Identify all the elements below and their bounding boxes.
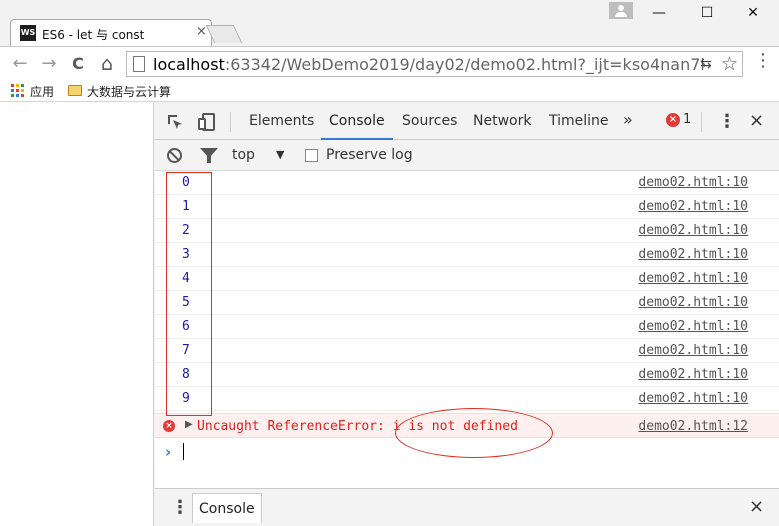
error-source-link[interactable]: demo02.html:12 [638, 419, 748, 434]
profile-icon[interactable] [609, 2, 633, 19]
page-content [0, 102, 154, 526]
console-input[interactable] [183, 443, 184, 460]
context-selector[interactable]: top [232, 147, 255, 163]
devtools-panel: Elements Console Sources Network Timelin… [155, 102, 779, 526]
log-source-link[interactable]: demo02.html:10 [638, 295, 748, 310]
bookmark-folder-link[interactable]: 大数据与云计算 [87, 83, 171, 100]
chevron-down-icon[interactable]: ▼ [276, 148, 284, 161]
tab-title: ES6 - let 与 const [42, 28, 145, 42]
clear-console-icon[interactable] [167, 148, 182, 163]
apps-icon[interactable] [11, 84, 24, 97]
close-devtools-icon[interactable]: × [749, 110, 764, 131]
console-log-row: 7 demo02.html:10 [155, 339, 779, 363]
minimize-button[interactable]: — [649, 3, 669, 23]
page-icon [133, 56, 145, 72]
console-log-row: 8 demo02.html:10 [155, 363, 779, 387]
expand-triangle-icon[interactable]: ▶ [185, 419, 193, 430]
translate-icon[interactable]: ⇆ [700, 56, 712, 72]
log-source-link[interactable]: demo02.html:10 [638, 367, 748, 382]
console-log-row: 5 demo02.html:10 [155, 291, 779, 315]
inspect-element-icon[interactable] [165, 112, 185, 132]
close-window-button[interactable]: ✕ [743, 3, 763, 23]
console-log-row: 6 demo02.html:10 [155, 315, 779, 339]
drawer-menu-icon[interactable]: ⋮ [171, 497, 189, 518]
webstorm-icon: WS [20, 25, 36, 41]
device-toolbar-icon[interactable] [197, 112, 217, 132]
console-prompt-icon: › [165, 443, 172, 461]
navigation-bar: ← → C ⌂ localhost:63342/WebDemo2019/day0… [0, 46, 779, 80]
console-log-row: 0 demo02.html:10 [155, 171, 779, 195]
divider [701, 112, 702, 132]
more-tabs-icon[interactable]: » [623, 110, 633, 129]
url-text: localhost:63342/WebDemo2019/day02/demo02… [153, 55, 705, 74]
log-source-link[interactable]: demo02.html:10 [638, 199, 748, 214]
bookmark-star-icon[interactable]: ☆ [721, 53, 738, 75]
reload-button[interactable]: C [67, 53, 89, 75]
drawer-tab-console[interactable]: Console [192, 493, 262, 523]
error-badge-icon[interactable]: × [666, 113, 680, 127]
error-count[interactable]: 1 [683, 112, 691, 127]
browser-menu-icon[interactable]: ⋮ [754, 50, 772, 71]
folder-icon [68, 85, 82, 96]
tab-sources[interactable]: Sources [402, 102, 457, 140]
title-bar: WS ES6 - let 与 const × — ☐ ✕ [0, 0, 779, 46]
console-log-row: 4 demo02.html:10 [155, 267, 779, 291]
divider [230, 112, 231, 132]
tab-close-icon[interactable]: × [196, 24, 207, 39]
console-drawer: ⋮ Console × [155, 488, 779, 526]
console-toolbar: top ▼ Preserve log [155, 140, 779, 171]
forward-button[interactable]: → [38, 53, 60, 75]
home-button[interactable]: ⌂ [96, 53, 118, 75]
annotation-rectangle [166, 172, 212, 416]
log-source-link[interactable]: demo02.html:10 [638, 175, 748, 190]
address-bar[interactable]: localhost:63342/WebDemo2019/day02/demo02… [126, 51, 743, 77]
console-log-row: 1 demo02.html:10 [155, 195, 779, 219]
log-source-link[interactable]: demo02.html:10 [638, 271, 748, 286]
error-icon: × [163, 420, 175, 432]
tab-console[interactable]: Console [321, 102, 393, 140]
console-log-row: 3 demo02.html:10 [155, 243, 779, 267]
bookmarks-bar: 应用 大数据与云计算 [0, 80, 779, 102]
console-log-row: 2 demo02.html:10 [155, 219, 779, 243]
maximize-button[interactable]: ☐ [697, 3, 717, 23]
log-source-link[interactable]: demo02.html:10 [638, 223, 748, 238]
browser-tab[interactable]: WS ES6 - let 与 const × [10, 19, 212, 46]
tab-network[interactable]: Network [473, 102, 531, 140]
devtools-menu-icon[interactable]: ⋮ [718, 111, 736, 132]
back-button[interactable]: ← [9, 53, 31, 75]
close-drawer-icon[interactable]: × [749, 496, 764, 517]
log-source-link[interactable]: demo02.html:10 [638, 247, 748, 262]
log-source-link[interactable]: demo02.html:10 [638, 319, 748, 334]
apps-link[interactable]: 应用 [30, 83, 54, 100]
log-source-link[interactable]: demo02.html:10 [638, 391, 748, 406]
console-output[interactable]: 0 demo02.html:10 1 demo02.html:10 2 demo… [155, 171, 779, 488]
log-source-link[interactable]: demo02.html:10 [638, 343, 748, 358]
tab-elements[interactable]: Elements [249, 102, 314, 140]
preserve-log-checkbox[interactable] [305, 149, 318, 162]
tab-timeline[interactable]: Timeline [549, 102, 609, 140]
devtools-tab-bar: Elements Console Sources Network Timelin… [155, 102, 779, 140]
annotation-oval [395, 408, 553, 458]
preserve-log-label: Preserve log [326, 147, 413, 163]
